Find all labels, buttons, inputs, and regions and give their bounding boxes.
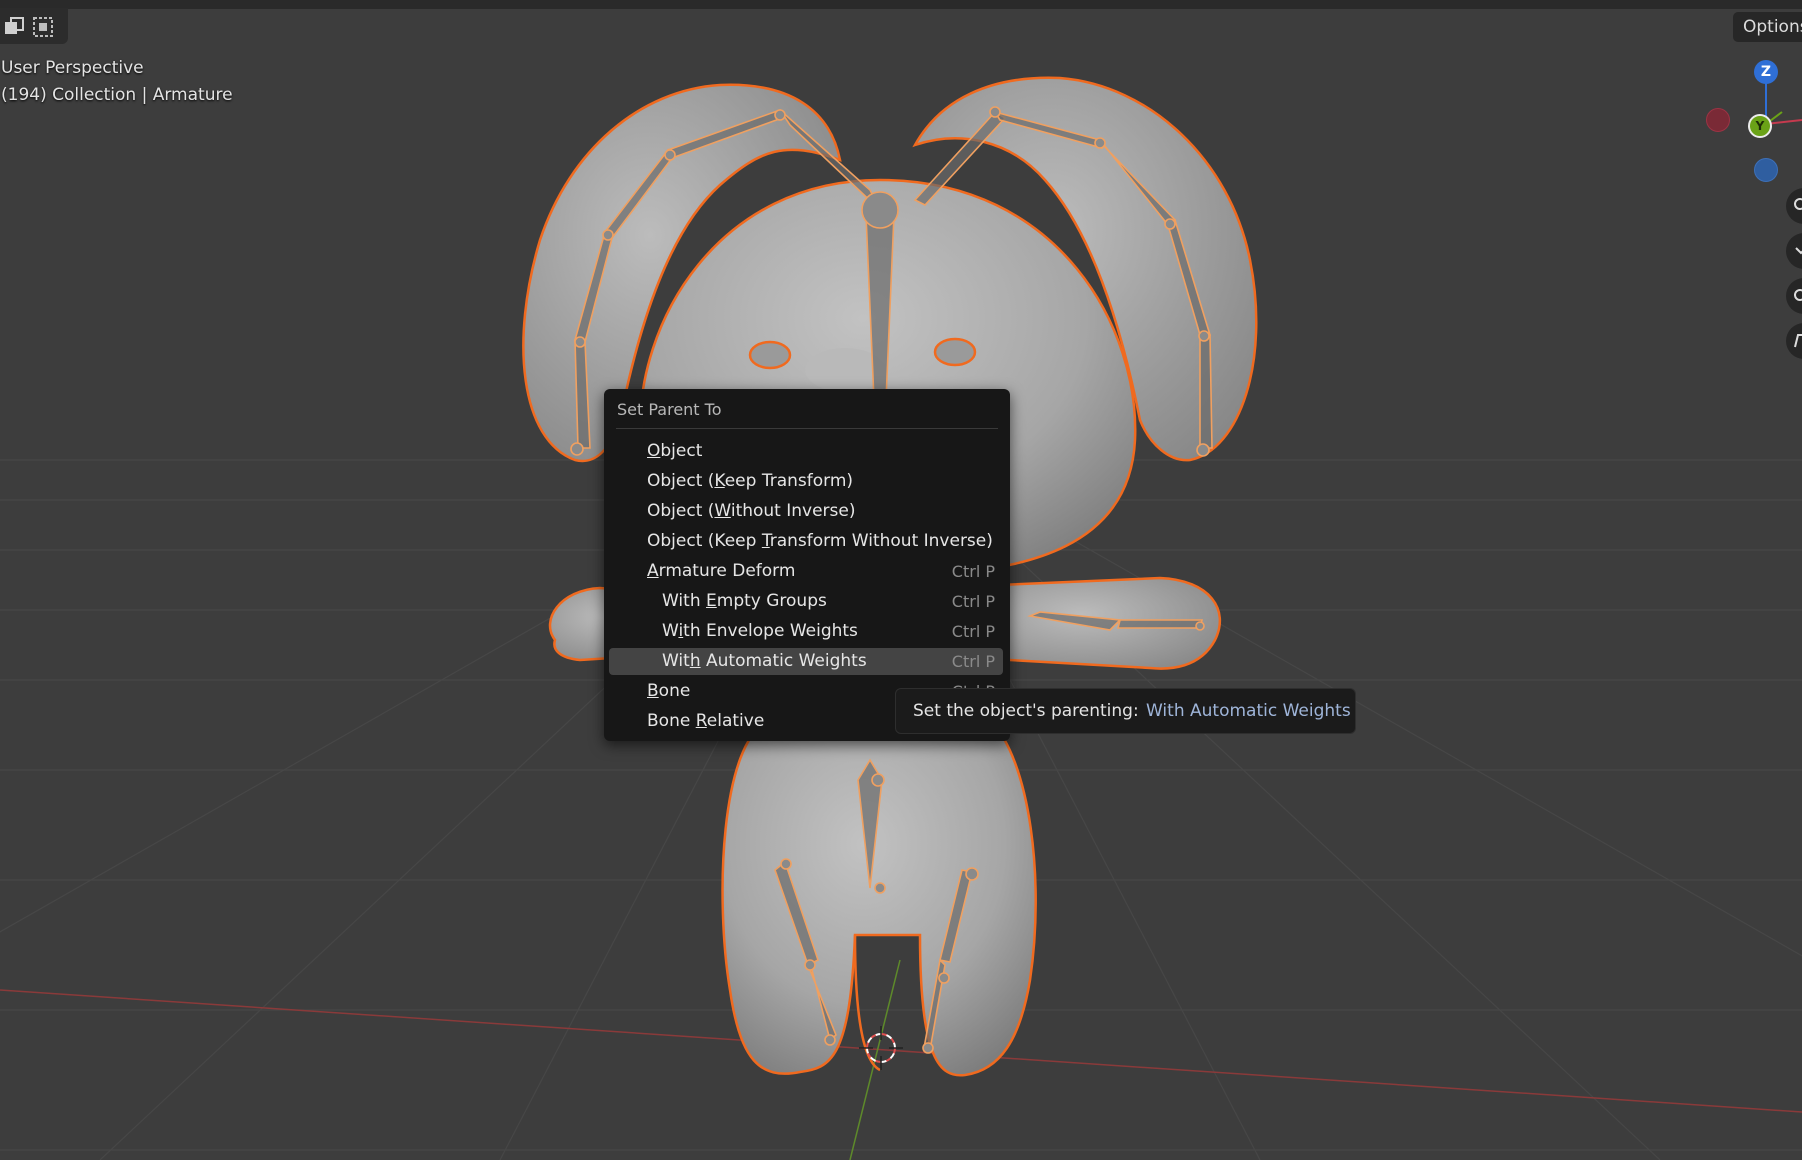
label-text: th Envelope Weights bbox=[683, 621, 858, 641]
accelerator-key: T bbox=[761, 531, 770, 551]
3d-cursor-icon bbox=[859, 1026, 903, 1070]
menu-item-label: Object (Without Inverse) bbox=[647, 498, 856, 525]
3d-viewport[interactable]: User Perspective (194) Collection | Arma… bbox=[0, 0, 1802, 1160]
label-text: bject bbox=[660, 441, 703, 461]
label-text: Automatic Weights bbox=[700, 651, 867, 671]
label-text: With bbox=[662, 591, 707, 611]
accelerator-key: O bbox=[647, 441, 661, 461]
select-dotted-icon[interactable] bbox=[32, 16, 54, 38]
label-text: mpty Groups bbox=[716, 591, 827, 611]
label-text: W bbox=[662, 621, 679, 641]
gizmo-z-neg[interactable] bbox=[1754, 158, 1778, 182]
camera-icon bbox=[1794, 289, 1802, 301]
navigation-gizmo bbox=[1765, 78, 1802, 125]
tooltip: Set the object's parenting: With Automat… bbox=[895, 688, 1356, 734]
view-name-label: User Perspective bbox=[1, 58, 144, 78]
menu-item-with-automatic-weights[interactable]: With Automatic Weights Ctrl P bbox=[609, 648, 1003, 675]
label-text: one bbox=[658, 681, 691, 701]
label-text: elative bbox=[706, 711, 765, 731]
menu-item-label: Object (Keep Transform Without Inverse) bbox=[647, 528, 993, 555]
gizmo-y-axis[interactable]: Y bbox=[1748, 114, 1772, 138]
menu-divider bbox=[616, 428, 998, 429]
menu-item-label: With Empty Groups bbox=[662, 588, 827, 615]
menu-item-object[interactable]: Object bbox=[609, 438, 1003, 465]
selection-mode-toolbar bbox=[0, 8, 68, 44]
menu-item-object-without-inverse[interactable]: Object (Without Inverse) bbox=[609, 498, 1003, 525]
accelerator-key: E bbox=[706, 591, 717, 611]
label-text: Object ( bbox=[647, 471, 715, 491]
zoom-icon bbox=[1794, 198, 1802, 210]
tooltip-value: With Automatic Weights bbox=[1146, 701, 1351, 721]
menu-item-label: Object bbox=[647, 438, 702, 465]
shortcut-label: Ctrl P bbox=[951, 562, 995, 581]
menu-item-armature-deform[interactable]: Armature Deform Ctrl P bbox=[609, 558, 1003, 585]
accelerator-key: A bbox=[647, 561, 659, 581]
select-box-icon[interactable] bbox=[3, 16, 25, 38]
menu-item-label: Armature Deform bbox=[647, 558, 795, 585]
menu-item-object-keep-transform[interactable]: Object (Keep Transform) bbox=[609, 468, 1003, 495]
tooltip-description: Set the object's parenting: bbox=[913, 701, 1139, 721]
accelerator-key: K bbox=[714, 471, 725, 491]
accelerator-key: B bbox=[647, 681, 659, 701]
menu-item-label: With Envelope Weights bbox=[662, 618, 858, 645]
accelerator-key: W bbox=[714, 501, 731, 521]
label-text: ithout Inverse) bbox=[730, 501, 856, 521]
accelerator-key: h bbox=[689, 651, 701, 671]
shortcut-label: Ctrl P bbox=[951, 622, 995, 641]
options-button[interactable]: Options bbox=[1733, 12, 1802, 42]
label-text: Wit bbox=[662, 651, 690, 671]
label-text: Object (Keep bbox=[647, 531, 762, 551]
label-text: eep Transform) bbox=[724, 471, 854, 491]
shortcut-label: Ctrl P bbox=[951, 652, 995, 671]
label-text: Bone bbox=[647, 711, 696, 731]
context-label: (194) Collection | Armature bbox=[1, 85, 233, 105]
gizmo-y-label: Y bbox=[1755, 119, 1765, 133]
label-text: ransform Without Inverse) bbox=[769, 531, 993, 551]
menu-title: Set Parent To bbox=[617, 400, 722, 419]
grid-view-icon bbox=[1794, 334, 1802, 348]
gizmo-z-axis[interactable]: Z bbox=[1754, 60, 1778, 84]
menu-item-with-empty-groups[interactable]: With Empty Groups Ctrl P bbox=[609, 588, 1003, 615]
shortcut-label: Ctrl P bbox=[951, 592, 995, 611]
hand-pan-icon bbox=[1795, 247, 1802, 255]
gizmo-x-neg[interactable] bbox=[1706, 108, 1730, 132]
header-strip bbox=[0, 0, 1802, 9]
menu-item-label: Bone Relative bbox=[647, 708, 764, 735]
x-axis-line bbox=[0, 989, 1802, 1113]
label-text: Object ( bbox=[647, 501, 715, 521]
menu-item-label: With Automatic Weights bbox=[662, 648, 867, 675]
gizmo-z-label: Z bbox=[1760, 64, 1772, 80]
menu-item-label: Bone bbox=[647, 678, 690, 705]
menu-item-with-envelope-weights[interactable]: With Envelope Weights Ctrl P bbox=[609, 618, 1003, 645]
accelerator-key: R bbox=[695, 711, 707, 731]
menu-item-object-keep-transform-without-inverse[interactable]: Object (Keep Transform Without Inverse) bbox=[609, 528, 1003, 555]
menu-item-label: Object (Keep Transform) bbox=[647, 468, 853, 495]
label-text: rmature Deform bbox=[658, 561, 796, 581]
